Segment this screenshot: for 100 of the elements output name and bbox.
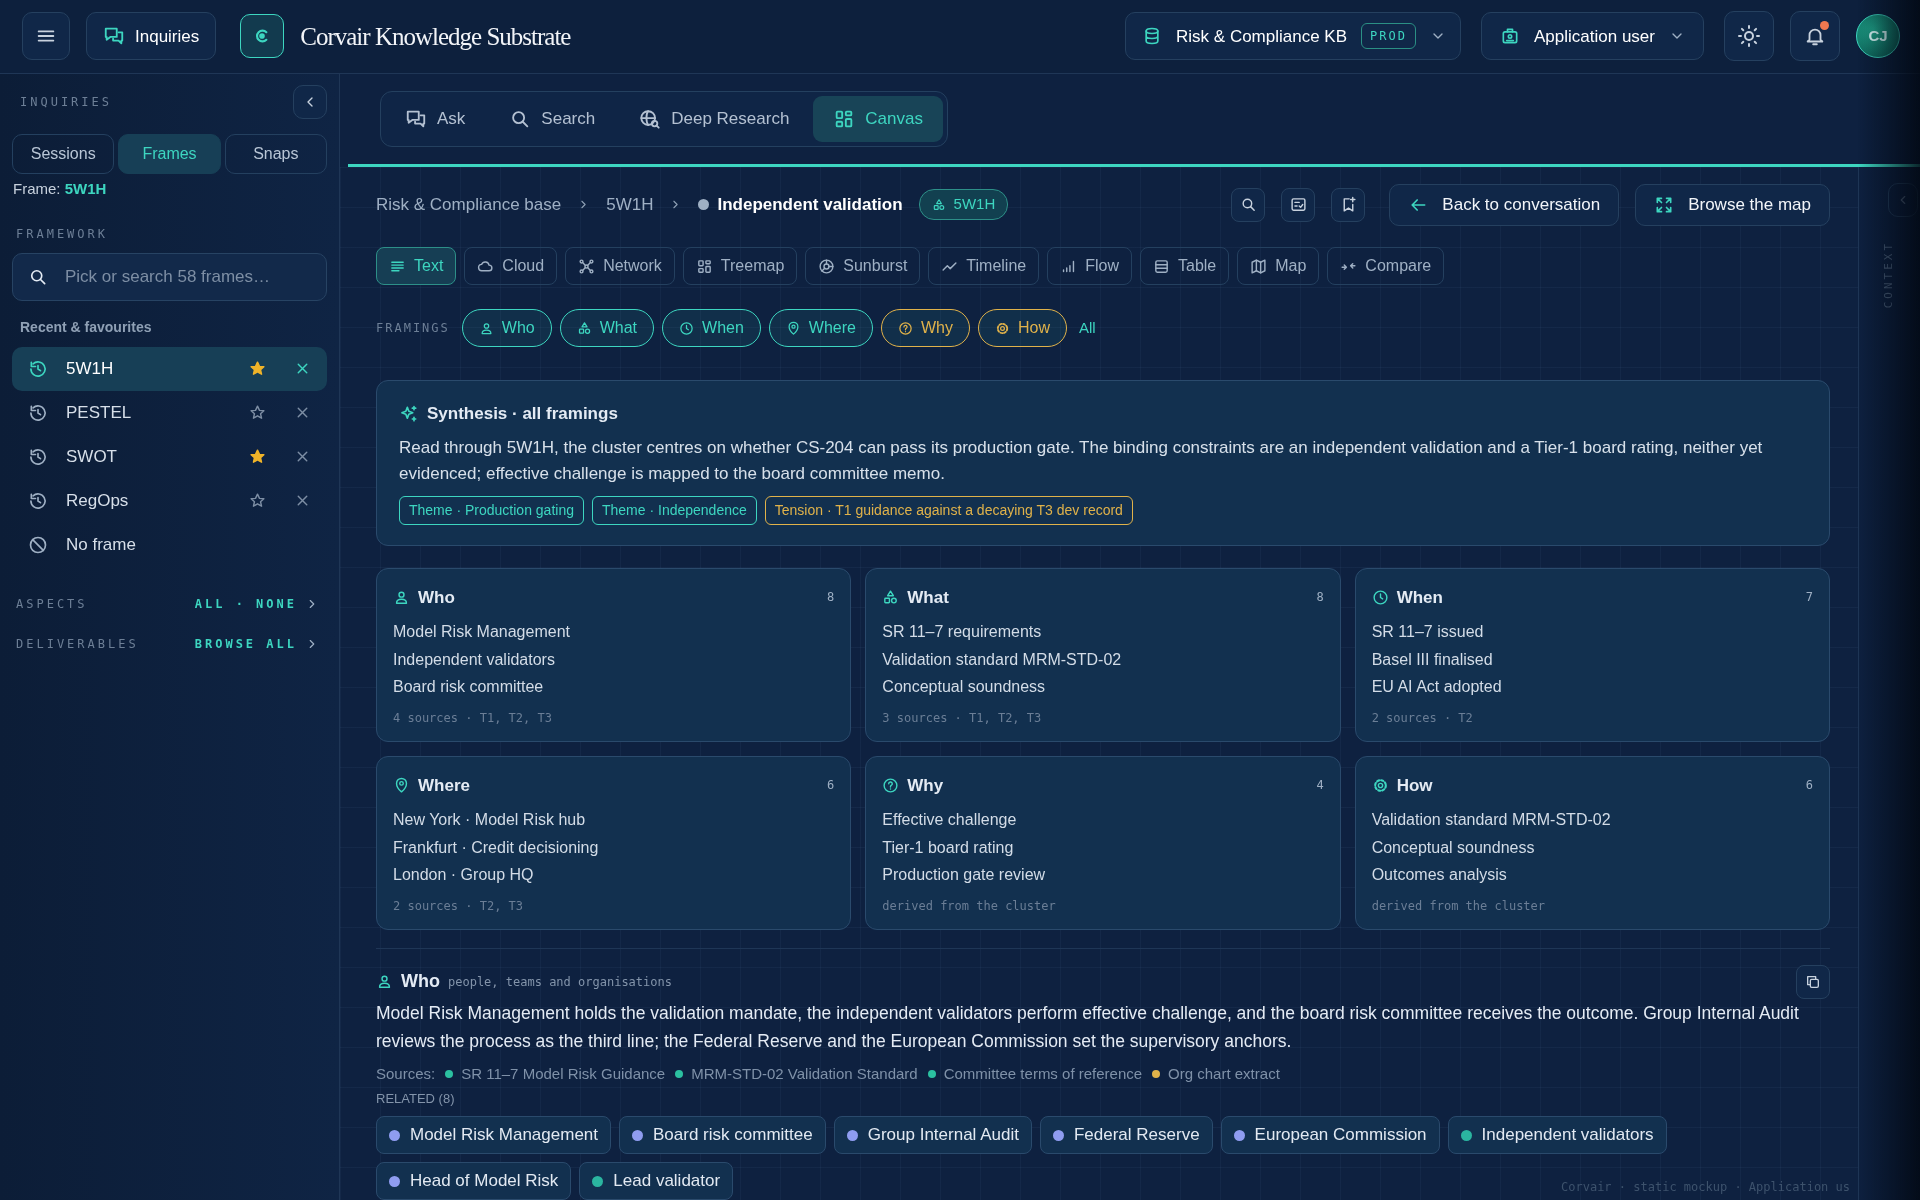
mode-tab[interactable]: Ask	[385, 95, 486, 142]
copy-icon	[1805, 973, 1821, 990]
view-tab[interactable]: Table	[1140, 247, 1230, 286]
view-tab[interactable]: Sunburst	[805, 247, 921, 286]
related-entity-chip[interactable]: Head of Model Risk	[376, 1162, 572, 1200]
card-title: Why	[907, 774, 945, 797]
framing-chip[interactable]: When	[662, 309, 761, 348]
notifications-button[interactable]	[1790, 11, 1840, 62]
card-item: Production gate review	[882, 866, 1046, 883]
menu-button[interactable]	[22, 12, 70, 61]
status-dot	[698, 199, 710, 211]
view-tab[interactable]: Compare	[1327, 247, 1445, 286]
mode-tab[interactable]: Search	[489, 95, 616, 142]
framing-chip[interactable]: Where	[768, 309, 873, 348]
framings-label: FRAMINGS	[376, 320, 450, 338]
question-icon	[882, 776, 900, 794]
related-entity-chip[interactable]: Board risk committee	[619, 1116, 826, 1154]
card-item: Validation standard MRM-STD-02	[882, 650, 1122, 668]
view-tab[interactable]: Network	[565, 247, 675, 286]
copy-button[interactable]	[1796, 964, 1830, 999]
theme-tag: Theme · Production gating	[399, 495, 584, 525]
mode-tab[interactable]: Deep Research	[619, 95, 810, 142]
sidebar-tab[interactable]: Snaps	[224, 133, 327, 174]
frame-list-item[interactable]: PESTEL	[12, 390, 327, 435]
frame-list-item[interactable]: SWOT	[12, 434, 327, 479]
card-item: Effective challenge	[882, 811, 1017, 828]
checklist-icon	[1289, 196, 1307, 214]
card-title: What	[907, 586, 950, 609]
card-item: SR 11–7 requirements	[882, 623, 1042, 640]
sources-label: Sources:	[376, 1063, 436, 1084]
item-count: 7	[1805, 589, 1813, 607]
related-entity-chip[interactable]: Independent validators	[1447, 1116, 1667, 1154]
card-title: How	[1396, 774, 1434, 797]
related-entity-chip[interactable]: Model Risk Management	[376, 1116, 612, 1154]
frame-list-item[interactable]: 5W1H	[12, 346, 327, 391]
expand-icon	[1654, 194, 1675, 215]
checklist-button[interactable]	[1281, 187, 1316, 222]
history-icon	[28, 402, 48, 423]
source-link[interactable]: Committee terms of reference	[943, 1062, 1143, 1085]
frame-list-item[interactable]: RegOps	[12, 478, 327, 523]
sunburst-icon	[818, 257, 836, 275]
view-tab[interactable]: Text	[376, 247, 457, 286]
section-text: Model Risk Management holds the validation mandate, the independent validators perform effective challenge, and the board risk committee receives the outcome. Group Internal Audit reviews the process as the third line; the Federal Reserve and the European Commission set the supervisory anchors.	[376, 1001, 1800, 1053]
synthesis-text: Read through 5W1H, the cluster centres on whether CS-204 can pass its production gate. The binding constraints are an independent validation and a Tier-1 board rating, neither yet evidenced; effective challenge is mapped to the board committee memo.	[399, 436, 1764, 486]
theme-toggle-button[interactable]	[1724, 11, 1774, 62]
shapes-icon	[576, 320, 592, 336]
sidebar-tab[interactable]: Frames	[118, 133, 221, 174]
user-role-selector[interactable]: Application user	[1481, 12, 1704, 61]
theme-tag: Tension · T1 guidance against a decaying T3 dev record	[764, 495, 1133, 525]
bookmark-button[interactable]	[1331, 187, 1366, 222]
card-title: When	[1396, 586, 1444, 609]
related-entity-chip[interactable]: Lead validator	[579, 1162, 734, 1200]
framing-chip[interactable]: How	[977, 309, 1067, 348]
related-entity-chip[interactable]: Group Internal Audit	[833, 1116, 1032, 1154]
related-entity-chip[interactable]: European Commission	[1220, 1116, 1440, 1154]
search-icon	[1239, 196, 1257, 214]
card-item: Model Risk Management	[393, 623, 570, 640]
framing-chip[interactable]: Why	[880, 309, 970, 348]
person-icon	[393, 588, 410, 606]
card-footer-note: derived from the cluster	[882, 898, 1056, 913]
card-item: Independent validators	[393, 650, 555, 668]
sidebar-tab[interactable]: Sessions	[12, 133, 115, 174]
view-tab[interactable]: Flow	[1047, 247, 1132, 286]
item-count: 8	[827, 589, 835, 607]
breadcrumb-link[interactable]: 5W1H	[606, 191, 654, 218]
frame-search-field[interactable]: Pick or search 58 frames…	[12, 252, 327, 301]
view-tab[interactable]: Timeline	[928, 247, 1040, 286]
card-item: Conceptual soundness	[882, 678, 1046, 695]
show-all-link[interactable]: All	[1079, 317, 1096, 340]
section-link[interactable]: ALL · NONE	[194, 594, 319, 613]
id-badge-icon	[1500, 26, 1520, 47]
action-button[interactable]: Browse the map	[1635, 183, 1830, 226]
source-link[interactable]: MRM-STD-02 Validation Standard	[691, 1062, 918, 1085]
section-heading: DELIVERABLES	[16, 635, 139, 653]
mode-tab[interactable]: Canvas	[813, 95, 943, 142]
source-link[interactable]: SR 11–7 Model Risk Guidance	[461, 1062, 666, 1085]
view-tab[interactable]: Map	[1237, 247, 1320, 286]
collapse-sidebar-button[interactable]	[293, 84, 327, 119]
framing-chip[interactable]: Who	[461, 309, 552, 348]
shapes-icon	[931, 197, 946, 212]
breadcrumb-link[interactable]: Risk & Compliance base	[376, 191, 562, 218]
view-tab[interactable]: Treemap	[682, 247, 798, 286]
source-link[interactable]: Org chart extract	[1168, 1062, 1280, 1085]
framing-chip[interactable]: What	[559, 309, 655, 348]
card-item: Frankfurt · Credit decisioning	[393, 838, 599, 856]
gear-icon	[1371, 776, 1389, 794]
search-button[interactable]	[1231, 187, 1266, 222]
knowledge-base-selector[interactable]: Risk & Compliance KB PROD	[1125, 12, 1461, 61]
card-item: Basel III finalised	[1371, 650, 1493, 668]
ban-icon	[28, 534, 48, 555]
action-button[interactable]: Back to conversation	[1389, 183, 1620, 226]
frame-list-item[interactable]: No frame	[12, 522, 327, 567]
card-item: New York · Model Risk hub	[393, 811, 586, 828]
section-link[interactable]: BROWSE ALL	[194, 634, 319, 653]
item-count: 4	[1316, 777, 1324, 795]
shapes-icon	[882, 588, 900, 606]
view-tab[interactable]: Cloud	[464, 247, 558, 286]
inquiries-button[interactable]: Inquiries	[86, 12, 217, 61]
related-entity-chip[interactable]: Federal Reserve	[1039, 1116, 1213, 1154]
history-icon	[28, 490, 48, 511]
